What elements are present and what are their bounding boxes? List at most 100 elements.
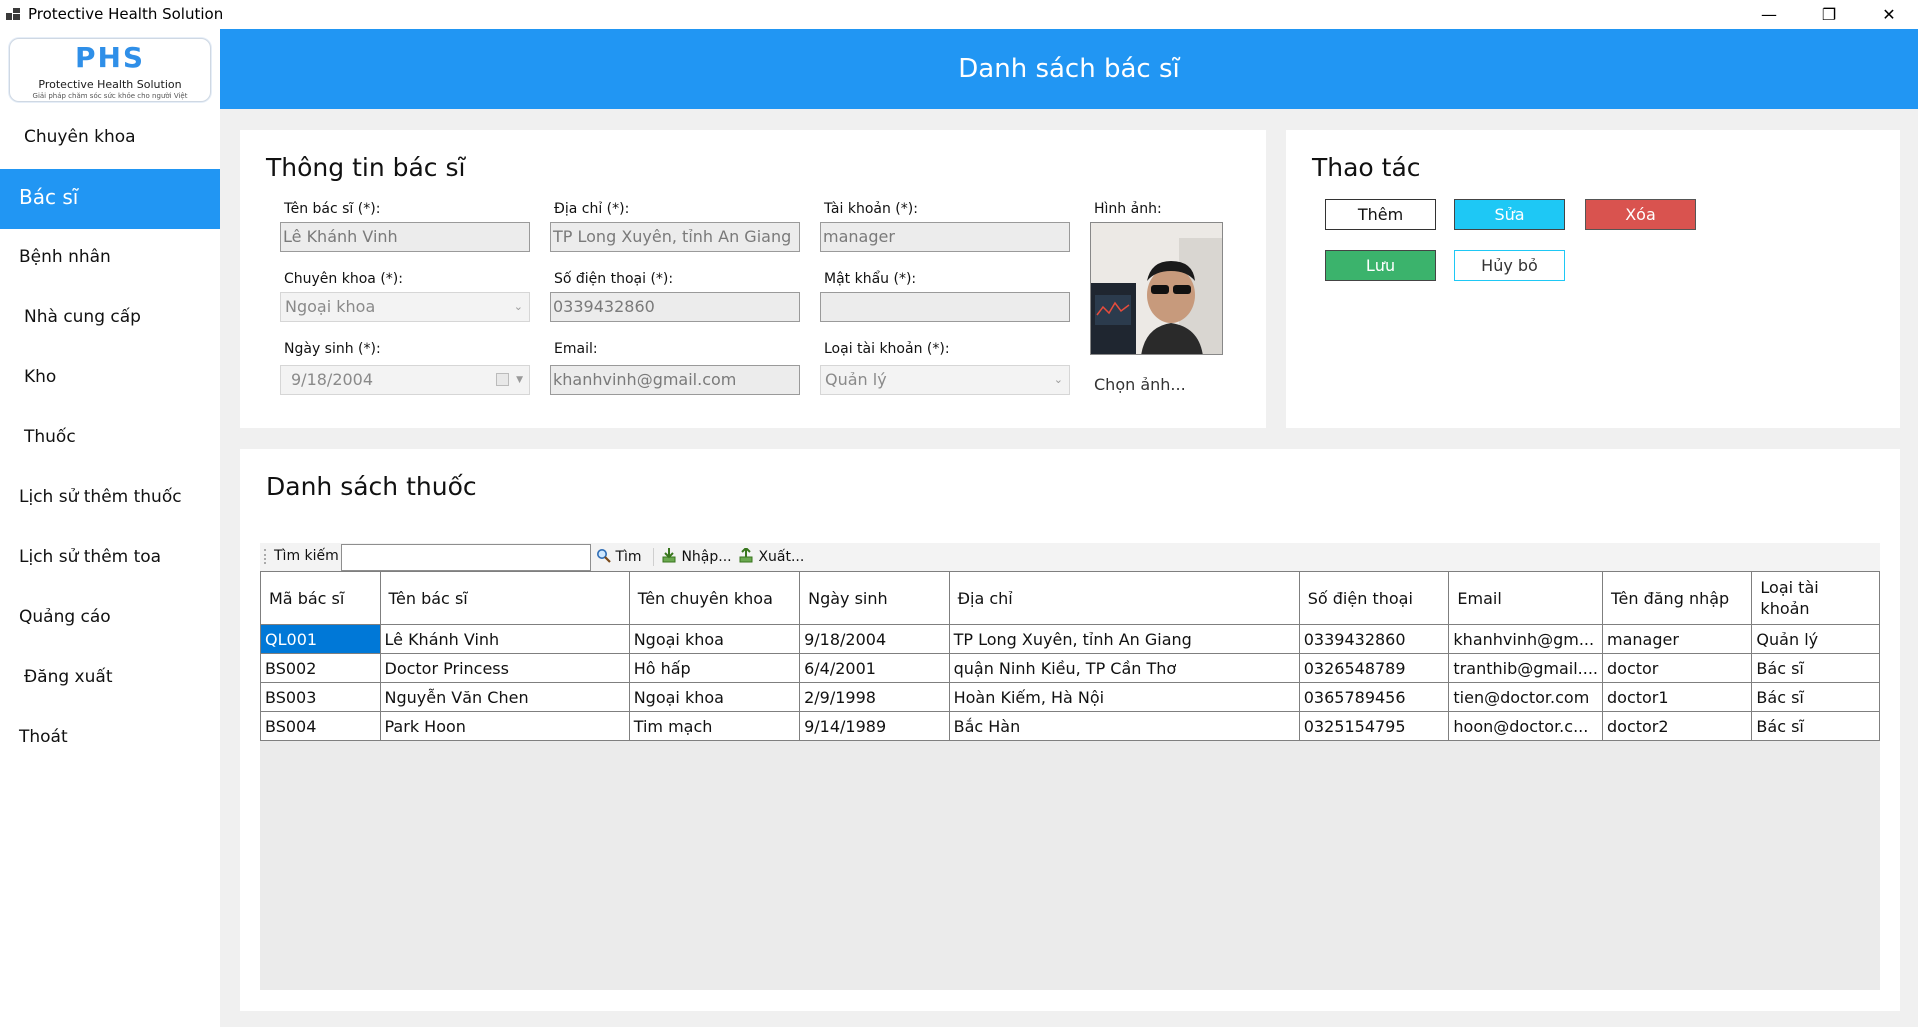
table-row[interactable]: QL001 Lê Khánh Vinh Ngoại khoa 9/18/2004… bbox=[260, 624, 1880, 654]
column-header[interactable]: Tên đăng nhập bbox=[1601, 571, 1753, 625]
save-button[interactable]: Lưu bbox=[1325, 250, 1436, 281]
table-cell[interactable]: Bác sĩ bbox=[1751, 711, 1880, 741]
table-row[interactable]: BS003 Nguyễn Văn Chen Ngoại khoa 2/9/199… bbox=[260, 682, 1880, 712]
address-label: Địa chỉ (*): bbox=[554, 201, 630, 217]
sidebar-item-lich-su-them-thuoc[interactable]: Lịch sử thêm thuốc bbox=[0, 469, 220, 529]
table-cell[interactable]: 0325154795 bbox=[1298, 711, 1450, 741]
column-header[interactable]: Tên chuyên khoa bbox=[628, 571, 801, 625]
maximize-button[interactable]: ❐ bbox=[1800, 0, 1858, 29]
table-cell[interactable]: Ngoại khoa bbox=[628, 682, 801, 712]
logo: PHS Protective Health Solution Giải pháp… bbox=[9, 38, 211, 102]
table-cell[interactable]: Hoàn Kiếm, Hà Nội bbox=[948, 682, 1300, 712]
sidebar-item-bac-si[interactable]: Bác sĩ bbox=[0, 169, 220, 229]
table-cell[interactable]: 0339432860 bbox=[1298, 624, 1450, 654]
column-header[interactable]: Địa chỉ bbox=[948, 571, 1300, 625]
table-cell[interactable]: quận Ninh Kiều, TP Cần Thơ bbox=[948, 653, 1300, 683]
column-header[interactable]: Tên bác sĩ bbox=[379, 571, 630, 625]
logo-mark: PHS bbox=[74, 41, 146, 74]
search-input[interactable] bbox=[341, 544, 591, 571]
sidebar-item-label: Lịch sử thêm toa bbox=[19, 547, 162, 567]
sidebar-item-label: Thoát bbox=[19, 727, 68, 747]
table-cell[interactable]: QL001 bbox=[260, 624, 381, 654]
sidebar-item-label: Lịch sử thêm thuốc bbox=[19, 487, 182, 507]
sidebar-item-chuyen-khoa[interactable]: Chuyên khoa bbox=[0, 109, 220, 169]
table-cell[interactable]: BS004 bbox=[260, 711, 381, 741]
table-cell[interactable]: BS002 bbox=[260, 653, 381, 683]
doctor-photo bbox=[1090, 222, 1223, 355]
table-row[interactable]: BS004 Park Hoon Tim mạch 9/14/1989 Bắc H… bbox=[260, 711, 1880, 741]
account-label: Tài khoản (*): bbox=[824, 201, 918, 217]
table-cell[interactable]: Bác sĩ bbox=[1751, 653, 1880, 683]
add-button[interactable]: Thêm bbox=[1325, 199, 1436, 230]
sidebar-item-kho[interactable]: Kho bbox=[0, 349, 220, 409]
table-cell[interactable]: TP Long Xuyên, tỉnh An Giang bbox=[948, 624, 1300, 654]
table-cell[interactable]: 2/9/1998 bbox=[799, 682, 950, 712]
doctor-name-field[interactable]: Lê Khánh Vinh bbox=[280, 222, 530, 252]
table-cell[interactable]: Bác sĩ bbox=[1751, 682, 1880, 712]
find-button[interactable]: Tìm bbox=[596, 548, 642, 565]
column-header[interactable]: Ngày sinh bbox=[799, 571, 950, 625]
account-type-select[interactable]: Quản lý ⌄ bbox=[820, 365, 1070, 395]
minimize-button[interactable]: — bbox=[1740, 0, 1798, 29]
column-header[interactable]: Số điện thoại bbox=[1298, 571, 1450, 625]
table-cell[interactable]: Bắc Hàn bbox=[948, 711, 1300, 741]
table-cell[interactable]: 0326548789 bbox=[1298, 653, 1450, 683]
photo-label: Hình ảnh: bbox=[1094, 201, 1162, 217]
table-cell[interactable]: doctor1 bbox=[1601, 682, 1753, 712]
table-cell[interactable]: hoon@doctor.c... bbox=[1448, 711, 1603, 741]
close-button[interactable]: ✕ bbox=[1860, 0, 1918, 29]
import-button[interactable]: Nhập... bbox=[661, 548, 732, 565]
email-field[interactable]: khanhvinh@gmail.com bbox=[550, 365, 800, 395]
table-cell[interactable]: 6/4/2001 bbox=[799, 653, 950, 683]
column-header[interactable]: Loại tài khoản bbox=[1751, 571, 1880, 625]
account-field[interactable]: manager bbox=[820, 222, 1070, 252]
table-cell[interactable]: Park Hoon bbox=[379, 711, 630, 741]
sidebar: PHS Protective Health Solution Giải pháp… bbox=[0, 29, 220, 1027]
table-cell[interactable]: 0365789456 bbox=[1298, 682, 1450, 712]
specialty-select[interactable]: Ngoại khoa ⌄ bbox=[280, 292, 530, 322]
account-type-value: Quản lý bbox=[825, 370, 887, 389]
table-cell[interactable]: manager bbox=[1601, 624, 1753, 654]
sidebar-item-thuoc[interactable]: Thuốc bbox=[0, 409, 220, 469]
table-row[interactable]: BS002 Doctor Princess Hô hấp 6/4/2001 qu… bbox=[260, 653, 1880, 683]
sidebar-item-quang-cao[interactable]: Quảng cáo bbox=[0, 589, 220, 649]
sidebar-item-label: Nhà cung cấp bbox=[24, 307, 141, 327]
address-field[interactable]: TP Long Xuyên, tỉnh An Giang bbox=[550, 222, 800, 252]
column-header[interactable]: Email bbox=[1448, 571, 1603, 625]
cancel-button[interactable]: Hủy bỏ bbox=[1454, 250, 1565, 281]
table-cell[interactable]: 9/18/2004 bbox=[799, 624, 950, 654]
table-cell[interactable]: khanhvinh@gm... bbox=[1448, 624, 1603, 654]
table-cell[interactable]: Ngoại khoa bbox=[628, 624, 801, 654]
table-cell[interactable]: doctor bbox=[1601, 653, 1753, 683]
sidebar-item-lich-su-them-toa[interactable]: Lịch sử thêm toa bbox=[0, 529, 220, 589]
table-cell[interactable]: tranthib@gmail.... bbox=[1448, 653, 1603, 683]
table-cell[interactable]: Nguyễn Văn Chen bbox=[379, 682, 630, 712]
toolbar-grip bbox=[264, 549, 266, 564]
sidebar-item-benh-nhan[interactable]: Bệnh nhân bbox=[0, 229, 220, 289]
sidebar-item-dang-xuat[interactable]: Đăng xuất bbox=[0, 649, 220, 709]
chevron-down-icon: ▼ bbox=[516, 375, 523, 385]
export-button[interactable]: Xuất... bbox=[738, 546, 804, 565]
phone-field[interactable]: 0339432860 bbox=[550, 292, 800, 322]
table-cell[interactable]: Lê Khánh Vinh bbox=[379, 624, 630, 654]
table-header-row: Mã bác sĩ Tên bác sĩ Tên chuyên khoa Ngà… bbox=[260, 571, 1880, 625]
sidebar-item-nha-cung-cap[interactable]: Nhà cung cấp bbox=[0, 289, 220, 349]
sidebar-item-thoat[interactable]: Thoát bbox=[0, 709, 220, 769]
table-cell[interactable]: 9/14/1989 bbox=[799, 711, 950, 741]
choose-photo-link[interactable]: Chọn ảnh... bbox=[1094, 375, 1186, 394]
table-cell[interactable]: tien@doctor.com bbox=[1448, 682, 1603, 712]
table-cell[interactable]: BS003 bbox=[260, 682, 381, 712]
table-cell[interactable]: Doctor Princess bbox=[379, 653, 630, 683]
delete-button[interactable]: Xóa bbox=[1585, 199, 1696, 230]
dob-picker[interactable]: 9/18/2004 ▼ bbox=[280, 365, 530, 395]
calendar-icon bbox=[496, 373, 509, 386]
table-cell[interactable]: Quản lý bbox=[1751, 624, 1880, 654]
export-icon bbox=[739, 546, 753, 563]
actions-title: Thao tác bbox=[1312, 153, 1421, 182]
table-cell[interactable]: Tim mạch bbox=[628, 711, 801, 741]
password-field[interactable] bbox=[820, 292, 1070, 322]
edit-button[interactable]: Sửa bbox=[1454, 199, 1565, 230]
table-cell[interactable]: doctor2 bbox=[1601, 711, 1753, 741]
column-header[interactable]: Mã bác sĩ bbox=[260, 571, 381, 625]
table-cell[interactable]: Hô hấp bbox=[628, 653, 801, 683]
